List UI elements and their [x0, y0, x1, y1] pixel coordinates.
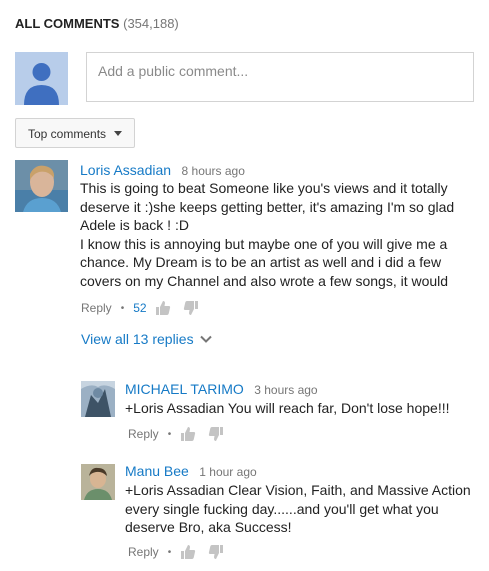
comment-text: This is going to beat Someone like you's… — [80, 179, 475, 290]
comment-author[interactable]: MICHAEL TARIMO — [125, 381, 244, 397]
commenter-avatar[interactable] — [15, 160, 68, 212]
comments-count: (354,188) — [123, 16, 179, 31]
comment-timestamp[interactable]: 8 hours ago — [182, 164, 245, 178]
sort-label: Top comments — [28, 127, 107, 141]
separator-dot: • — [167, 428, 172, 440]
thumbs-up-icon[interactable] — [180, 544, 196, 560]
comment-text-line: Adele is back ! :D — [80, 217, 189, 233]
caret-down-icon — [114, 131, 122, 136]
comment-text-line: deserve Bro, aka Success! — [125, 519, 292, 535]
comments-header: ALL COMMENTS (354,188) — [15, 16, 179, 31]
default-avatar-icon — [15, 52, 68, 105]
thumbs-up-icon[interactable] — [155, 300, 171, 316]
comment-input[interactable] — [98, 63, 462, 79]
commenter-avatar[interactable] — [81, 381, 115, 417]
like-count: 52 — [133, 301, 147, 315]
view-replies-label: View all 13 replies — [81, 331, 194, 347]
sort-dropdown[interactable]: Top comments — [15, 118, 135, 148]
separator-dot: • — [120, 302, 125, 314]
comment-timestamp[interactable]: 1 hour ago — [199, 465, 256, 479]
comment-text-line: This is going to beat Someone like you's… — [80, 180, 448, 196]
comment-text: +Loris Assadian You will reach far, Don'… — [125, 399, 475, 418]
comment-text: +Loris Assadian Clear Vision, Faith, and… — [125, 481, 475, 537]
comment-text-line: +Loris Assadian You will reach far, Don'… — [125, 400, 450, 416]
thumbs-up-icon[interactable] — [180, 426, 196, 442]
comment-composer[interactable] — [86, 52, 474, 102]
thumbs-down-icon[interactable] — [208, 544, 224, 560]
comment-author[interactable]: Manu Bee — [125, 463, 189, 479]
separator-dot: • — [167, 546, 172, 558]
thumbs-down-icon[interactable] — [183, 300, 199, 316]
chevron-down-icon — [199, 335, 212, 343]
reply-button[interactable]: Reply — [81, 301, 112, 315]
comment-text-line: deserve it :)she keeps getting better, i… — [80, 198, 455, 215]
comment-text-line: I know this is annoying but maybe one of… — [80, 235, 448, 252]
comments-title: ALL COMMENTS — [15, 16, 120, 31]
comment-text-line: every single fucking day......and you'll… — [125, 500, 439, 517]
reply-button[interactable]: Reply — [128, 545, 159, 559]
commenter-avatar[interactable] — [81, 464, 115, 500]
thumbs-down-icon[interactable] — [208, 426, 224, 442]
reply-button[interactable]: Reply — [128, 427, 159, 441]
comment-text-line: chance. My Dream is to be an artist as w… — [80, 254, 442, 270]
view-replies-link[interactable]: View all 13 replies — [81, 331, 212, 347]
comment-timestamp[interactable]: 3 hours ago — [254, 383, 317, 397]
comment-text-line: +Loris Assadian Clear Vision, Faith, and… — [125, 482, 471, 498]
comment-text-line: covers on my Channel and also wrote a fe… — [80, 272, 449, 289]
comment-author[interactable]: Loris Assadian — [80, 162, 171, 178]
